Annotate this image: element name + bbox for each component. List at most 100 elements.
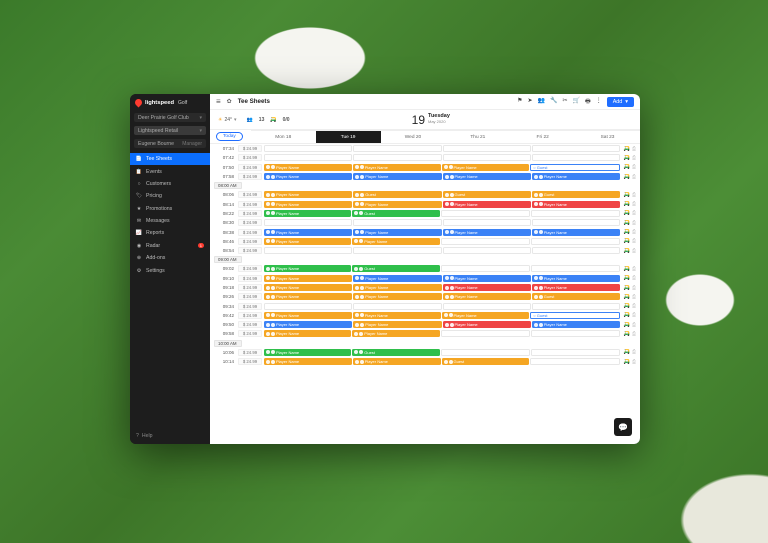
cart-icon[interactable]: 🛺	[624, 266, 630, 272]
print-icon[interactable]: ⎙	[632, 275, 636, 281]
slot[interactable]	[353, 247, 441, 254]
slot[interactable]: Player Name	[353, 173, 441, 180]
slot[interactable]	[531, 330, 620, 337]
cart-icon[interactable]: 🛺	[624, 174, 630, 180]
slot[interactable]	[443, 145, 531, 152]
add-button[interactable]: Add▾	[607, 97, 634, 107]
cart-icon[interactable]: 🛺	[624, 146, 630, 152]
sidebar-item-settings[interactable]: ⚙Settings	[130, 264, 210, 276]
print-icon[interactable]: ⎙	[632, 303, 636, 309]
cart-icon[interactable]: 🛺	[624, 238, 630, 244]
cart-icon[interactable]: 🛺	[624, 322, 630, 328]
cart-icon[interactable]: 🛺	[624, 201, 630, 207]
slot[interactable]: Player Name	[443, 201, 531, 208]
cart-icon[interactable]: 🛺	[624, 229, 630, 235]
print-icon[interactable]: ⎙	[632, 359, 636, 365]
slot[interactable]	[353, 154, 441, 161]
print-icon[interactable]: ⎙	[632, 285, 636, 291]
print-icon[interactable]: ⎙	[632, 164, 636, 170]
slot[interactable]: Guest	[532, 293, 620, 300]
cart-icon[interactable]: 🛺	[624, 349, 630, 355]
sidebar-item-promotions[interactable]: ★Promotions	[130, 203, 210, 215]
slot[interactable]: Player Name	[353, 312, 441, 319]
print-icon[interactable]: ⎙	[632, 146, 636, 152]
slot[interactable]: Player Name	[353, 293, 441, 300]
sidebar-item-customers[interactable]: ○Customers	[130, 178, 210, 190]
cart-icon[interactable]: 🛺	[624, 192, 630, 198]
slot[interactable]: Player Name	[264, 349, 351, 356]
slot[interactable]	[441, 210, 530, 217]
day-tab[interactable]: Tue 19	[316, 130, 381, 143]
slot[interactable]: Player Name	[532, 284, 620, 291]
slot[interactable]: Player Name	[532, 173, 620, 180]
slot[interactable]	[441, 238, 530, 245]
wrench-icon[interactable]: 🔧	[550, 97, 557, 107]
slot[interactable]	[441, 265, 530, 272]
slot[interactable]	[353, 303, 441, 310]
today-button[interactable]: Today	[216, 132, 243, 141]
slot[interactable]	[443, 247, 531, 254]
slot[interactable]	[441, 349, 530, 356]
slot[interactable]: Player Name	[353, 164, 441, 171]
day-tab[interactable]: Mon 18	[251, 130, 316, 143]
slot[interactable]: Player Name	[264, 173, 352, 180]
slot[interactable]	[353, 145, 441, 152]
slot[interactable]: Player Name	[353, 229, 441, 236]
print-icon[interactable]: ⎙	[632, 266, 636, 272]
slot[interactable]: Player Name	[443, 275, 531, 282]
slot[interactable]	[532, 247, 620, 254]
day-tab[interactable]: Sat 23	[575, 130, 640, 143]
slot[interactable]	[443, 303, 531, 310]
slot[interactable]: Guest	[443, 191, 531, 198]
print-icon[interactable]: ⎙	[632, 238, 636, 244]
slot[interactable]: Player Name	[264, 164, 352, 171]
day-tab[interactable]: Wed 20	[381, 130, 446, 143]
sidebar-item-reports[interactable]: 📈Reports	[130, 227, 210, 239]
sidebar-item-pricing[interactable]: 🏷Pricing	[130, 190, 210, 202]
slot[interactable]: Player Name	[264, 229, 352, 236]
print-icon[interactable]: ⎙	[632, 201, 636, 207]
slot[interactable]	[264, 247, 352, 254]
cart-icon[interactable]: 🛺	[624, 220, 630, 226]
slot[interactable]	[443, 154, 531, 161]
print-icon[interactable]: ⎙	[632, 294, 636, 300]
slot[interactable]	[532, 219, 620, 226]
slot[interactable]: Player Name	[352, 330, 439, 337]
sidebar-item-radar[interactable]: ◉Radar1	[130, 240, 210, 252]
cart-icon[interactable]: 🛺	[624, 248, 630, 254]
print-icon[interactable]: ⎙	[632, 349, 636, 355]
slot[interactable]	[532, 154, 620, 161]
slot[interactable]: ○ Guest	[530, 312, 620, 319]
slot[interactable]: Player Name	[264, 293, 352, 300]
slot[interactable]: Player Name	[353, 358, 441, 365]
slot[interactable]: Player Name	[532, 229, 620, 236]
slot[interactable]: Guest	[532, 191, 620, 198]
dropdown-icon[interactable]: ▾	[234, 117, 237, 123]
slot[interactable]: Player Name	[264, 358, 352, 365]
slot[interactable]: Player Name	[264, 238, 351, 245]
slot[interactable]: Player Name	[264, 321, 352, 328]
slot[interactable]: Player Name	[353, 201, 441, 208]
slot[interactable]	[532, 145, 620, 152]
print-icon[interactable]: ⎙	[632, 155, 636, 161]
slot[interactable]: Guest	[352, 349, 439, 356]
more-icon[interactable]: ⋮	[596, 97, 602, 107]
print-icon[interactable]: ⎙	[632, 220, 636, 226]
slot[interactable]: Player Name	[264, 330, 351, 337]
day-tab[interactable]: Thu 21	[445, 130, 510, 143]
slot[interactable]: Player Name	[353, 284, 441, 291]
send-icon[interactable]: ➤	[528, 97, 533, 107]
slot[interactable]: Player Name	[442, 312, 530, 319]
cart-icon[interactable]: 🛺	[624, 275, 630, 281]
print-icon[interactable]: ⎙	[632, 192, 636, 198]
help-link[interactable]: ?Help	[130, 428, 210, 444]
slot[interactable]	[531, 210, 620, 217]
slot[interactable]: Player Name	[532, 275, 620, 282]
day-tab[interactable]: Fri 22	[510, 130, 575, 143]
print-icon[interactable]: ⎙	[632, 248, 636, 254]
slot[interactable]: Guest	[353, 191, 441, 198]
cart-icon[interactable]: 🛺	[624, 294, 630, 300]
slot[interactable]: Player Name	[443, 321, 531, 328]
print-icon[interactable]: ⎙	[632, 312, 636, 318]
slot[interactable]: Player Name	[264, 201, 352, 208]
